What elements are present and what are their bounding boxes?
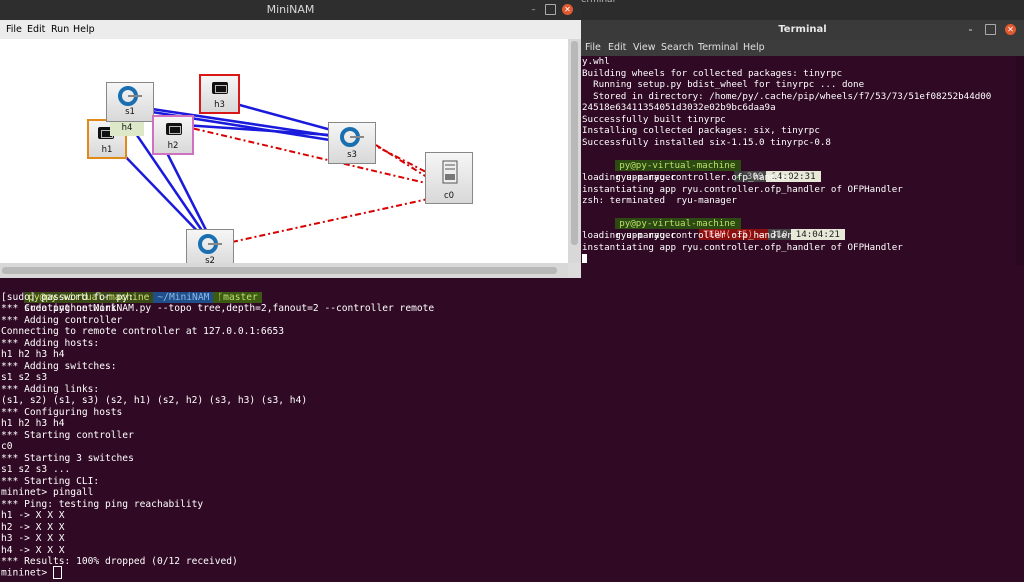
link-h1-s2: [119, 150, 206, 240]
terminal-output-line: *** Starting 3 switches: [1, 452, 134, 464]
terminal-output-line: *** Adding links:: [1, 383, 100, 395]
terminal-output-line: zsh: terminated ryu-manager: [582, 195, 737, 206]
menu-search[interactable]: Search: [661, 42, 694, 53]
terminal-output-line: y.whl: [582, 56, 610, 67]
terminal-output-line: loading app ryu.controller.ofp_handler: [582, 172, 793, 183]
menu-terminal[interactable]: Terminal: [698, 42, 738, 53]
terminal-output-line: s1 s2 s3: [1, 372, 48, 384]
terminal-output-line: instantiating app ryu.controller.ofp_han…: [582, 183, 903, 195]
terminal-output-line: 24518e63411354051d3032e02b9bc6daa9a: [582, 102, 776, 113]
mininam-menubar: File Edit Run Help: [0, 20, 581, 40]
terminal-window: erminal Terminal – ✕ File Edit View Sear…: [581, 0, 1024, 265]
topology-links: [119, 99, 431, 243]
prompt-directory: ~/MiniNAM: [153, 291, 214, 303]
window-title: Terminal: [778, 24, 827, 35]
terminal-output-line: h1 h2 h3 h4: [1, 418, 65, 430]
terminal-output-line: *** Starting controller: [1, 429, 134, 441]
terminal-output-line: h3 -> X X X: [1, 533, 65, 545]
prompt-time: 14:04:21: [790, 229, 845, 241]
switch-s1[interactable]: s1: [106, 82, 154, 122]
terminal-output-line: *** Adding hosts:: [1, 337, 100, 349]
background-terminal[interactable]: py@py-virtual-machine ~/MiniNAM ᚴmaster su…: [0, 278, 1024, 582]
window-title: MiniNAM: [266, 3, 315, 16]
menu-run[interactable]: Run: [51, 24, 69, 35]
scrollbar-thumb[interactable]: [571, 41, 578, 245]
terminal-output-line: *** Adding controller: [1, 314, 123, 326]
menu-help[interactable]: Help: [743, 42, 765, 53]
terminal-output-line: loading app ryu.controller.ofp_handler: [582, 230, 793, 241]
menu-view[interactable]: View: [633, 42, 656, 53]
terminal-output-line: instantiating app ryu.controller.ofp_han…: [582, 241, 903, 253]
vertical-scrollbar[interactable]: [568, 39, 581, 263]
ctrl-link-s2: [231, 198, 429, 243]
terminal-output-line: Running setup.py bdist_wheel for tinyrpc…: [582, 79, 865, 90]
terminal-output-line: Connecting to remote controller at 127.0…: [1, 326, 285, 338]
terminal-output-line: s1 s2 s3 ...: [1, 464, 71, 476]
menu-file[interactable]: File: [6, 24, 22, 35]
desktop-topbar: erminal: [581, 0, 1024, 20]
terminal-output-line: Stored in directory: /home/py/.cache/pip…: [582, 90, 992, 102]
terminal-output-line: *** Ping: testing ping reachability: [1, 498, 204, 510]
terminal-output-line: *** Starting CLI:: [1, 475, 100, 487]
minimize-icon[interactable]: –: [965, 24, 976, 35]
terminal-output-line: Successfully built tinyrpc: [582, 113, 726, 125]
topbar-label: erminal: [581, 0, 616, 5]
text-cursor: [52, 566, 62, 579]
scrollbar-thumb[interactable]: [2, 267, 557, 274]
maximize-icon[interactable]: [985, 24, 996, 35]
mininam-titlebar[interactable]: MiniNAM – ✕: [0, 0, 581, 20]
terminal-cursor-line: [582, 253, 587, 264]
terminal-menubar: File Edit View Search Terminal Help: [581, 40, 1024, 56]
mininam-window: MiniNAM – ✕ File Edit Run Help h1 s1 h4 …: [0, 0, 581, 278]
terminal-output-line: Successfully installed six-1.15.0 tinyrp…: [582, 136, 831, 148]
switch-s2[interactable]: s2: [186, 229, 234, 263]
terminal-output-line: c0: [1, 441, 13, 453]
terminal-output-line: mininet> pingall: [1, 487, 94, 499]
switch-icon: [340, 127, 364, 147]
minimize-icon[interactable]: –: [528, 4, 539, 15]
terminal-output-line: *** Adding switches:: [1, 360, 117, 372]
mininet-prompt[interactable]: mininet>: [1, 566, 62, 579]
switch-s3[interactable]: s3: [328, 122, 376, 164]
switch-icon: [118, 86, 142, 106]
terminal-output-line: h1 -> X X X: [1, 510, 65, 522]
menu-help[interactable]: Help: [73, 24, 95, 35]
terminal-output-line: h1 h2 h3 h4: [1, 349, 65, 361]
terminal-output-line: [sudo] password for py:: [1, 291, 134, 303]
text-cursor: [582, 254, 587, 263]
host-h3[interactable]: h3: [199, 74, 240, 114]
horizontal-scrollbar[interactable]: [0, 263, 568, 278]
host-h2[interactable]: h2: [152, 115, 194, 155]
terminal-output-line: Installing collected packages: six, tiny…: [582, 125, 820, 136]
host-icon: [166, 123, 182, 135]
controller-c0[interactable]: c0: [425, 152, 473, 204]
host-icon: [212, 82, 228, 94]
terminal-output-line: h2 -> X X X: [1, 521, 65, 533]
menu-file[interactable]: File: [585, 42, 601, 53]
terminal-output-line: h4 -> X X X: [1, 544, 65, 556]
terminal-output-line: (s1, s2) (s1, s3) (s2, h1) (s2, h2) (s3,…: [1, 395, 308, 407]
terminal-output-line: *** Configuring hosts: [1, 406, 123, 418]
host-h4[interactable]: h4: [110, 122, 144, 136]
switch-icon: [198, 234, 222, 254]
topology-canvas[interactable]: h1 s1 h4 h2 h3 s3 c0 s2: [0, 39, 568, 263]
terminal-output-line: *** Creating network: [1, 303, 117, 315]
menu-edit[interactable]: Edit: [608, 42, 626, 53]
terminal-output-line: Building wheels for collected packages: …: [582, 67, 842, 79]
close-icon[interactable]: ✕: [1005, 24, 1016, 35]
terminal-output[interactable]: y.whl Building wheels for collected packa…: [581, 56, 1016, 265]
controller-icon: [442, 160, 458, 184]
terminal-scrollbar[interactable]: [1016, 56, 1024, 265]
maximize-icon[interactable]: [545, 4, 556, 15]
prompt-git-branch: ᚴmaster: [213, 291, 262, 303]
close-icon[interactable]: ✕: [562, 4, 573, 15]
terminal-titlebar[interactable]: Terminal – ✕: [581, 20, 1024, 40]
ctrl-link-s3-b: [375, 144, 431, 180]
menu-edit[interactable]: Edit: [27, 24, 45, 35]
